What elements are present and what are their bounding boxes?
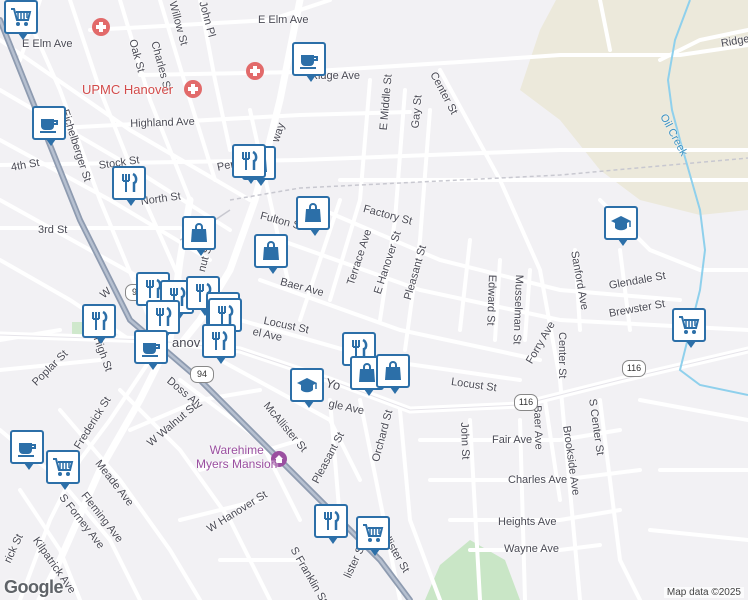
street-label: Musselman St bbox=[510, 274, 525, 345]
cart-icon bbox=[363, 524, 384, 542]
map-marker-cafe-square[interactable] bbox=[134, 330, 168, 370]
street-label: E Elm Ave bbox=[22, 38, 73, 50]
coffee-icon bbox=[142, 343, 160, 357]
hospital-icon[interactable] bbox=[92, 18, 110, 36]
shopping-bag-icon bbox=[191, 223, 207, 242]
mansion-label[interactable]: Warehime Myers Mansion bbox=[196, 443, 277, 471]
cart-icon bbox=[53, 458, 74, 476]
map-marker-shop-baer-ave[interactable] bbox=[254, 234, 288, 274]
street-label: Baer Ave bbox=[531, 405, 545, 450]
map-marker-grocery-top-left[interactable] bbox=[4, 0, 38, 40]
map-marker-shop-york-2[interactable] bbox=[376, 354, 410, 394]
map-marker-grocery-brewster[interactable] bbox=[672, 308, 706, 348]
street-label: Wayne Ave bbox=[504, 543, 560, 555]
street-label: 3rd St bbox=[38, 224, 68, 236]
street-label: anov bbox=[172, 335, 201, 350]
shopping-bag-icon bbox=[359, 363, 375, 382]
route-shield: 116 bbox=[514, 394, 538, 411]
street-label: Heights Ave bbox=[498, 516, 557, 528]
school-icon bbox=[611, 216, 631, 231]
map-attribution[interactable]: Map data ©2025 bbox=[663, 587, 744, 598]
mansion-label-line1: Warehime bbox=[209, 443, 264, 457]
map-marker-restaurant-locust[interactable] bbox=[202, 324, 236, 364]
map-marker-restaurant-high-st[interactable] bbox=[82, 304, 116, 344]
hospital-icon[interactable] bbox=[184, 80, 202, 98]
map-marker-shop-fulton-st[interactable] bbox=[296, 196, 330, 236]
hospital-icon[interactable] bbox=[246, 62, 264, 80]
restaurant-icon bbox=[92, 310, 108, 330]
map-marker-restaurant-franklin[interactable] bbox=[314, 504, 348, 544]
coffee-icon bbox=[300, 55, 318, 69]
map-marker-grocery-mcallister[interactable] bbox=[356, 516, 390, 556]
shopping-bag-icon bbox=[305, 203, 321, 222]
restaurant-icon bbox=[242, 150, 258, 170]
map-marker-grocery-meade[interactable] bbox=[46, 450, 80, 490]
open-land-area bbox=[520, 0, 748, 215]
restaurant-icon bbox=[212, 330, 228, 350]
street-label: John St bbox=[458, 422, 472, 460]
shopping-bag-icon bbox=[263, 241, 279, 260]
cart-icon bbox=[11, 8, 32, 26]
street-label: Center St bbox=[556, 332, 568, 379]
cart-icon bbox=[679, 316, 700, 334]
map-marker-school-east[interactable] bbox=[604, 206, 638, 246]
map-marker-school-eagle[interactable] bbox=[290, 368, 324, 408]
restaurant-icon bbox=[324, 510, 340, 530]
school-icon bbox=[297, 378, 317, 393]
restaurant-icon bbox=[122, 172, 138, 192]
map-marker-cafe-ridge-ave[interactable] bbox=[292, 42, 326, 82]
street-label: Edward St bbox=[484, 274, 498, 326]
street-label: E Elm Ave bbox=[258, 14, 309, 26]
map-marker-restaurant-stock-st[interactable] bbox=[112, 166, 146, 206]
route-shield: 94 bbox=[190, 366, 214, 383]
map-marker-cafe-eichelberger[interactable] bbox=[32, 106, 66, 146]
map-canvas[interactable]: E Elm Ave E Elm Ave Willow St John Pl Oa… bbox=[0, 0, 748, 600]
route-shield: 116 bbox=[622, 360, 646, 377]
shopping-bag-icon bbox=[385, 361, 401, 380]
mansion-label-line2: Myers Mansion bbox=[196, 457, 278, 471]
google-logo[interactable]: Google bbox=[4, 577, 64, 598]
map-marker-restaurant-penn-st[interactable] bbox=[232, 144, 266, 184]
street-label: Highland Ave bbox=[130, 115, 196, 130]
street-label: Fair Ave bbox=[492, 434, 533, 446]
coffee-icon bbox=[40, 119, 58, 133]
map-marker-restaurant-square-4[interactable] bbox=[146, 300, 180, 340]
map-marker-shop-carlisle-st[interactable] bbox=[182, 216, 216, 256]
map-marker-cafe-frederick[interactable] bbox=[10, 430, 44, 470]
street-label: Charles Ave bbox=[508, 474, 568, 486]
hospital-label[interactable]: UPMC Hanover bbox=[82, 82, 173, 97]
restaurant-icon bbox=[218, 304, 234, 324]
restaurant-icon bbox=[156, 306, 172, 326]
coffee-icon bbox=[18, 443, 36, 457]
